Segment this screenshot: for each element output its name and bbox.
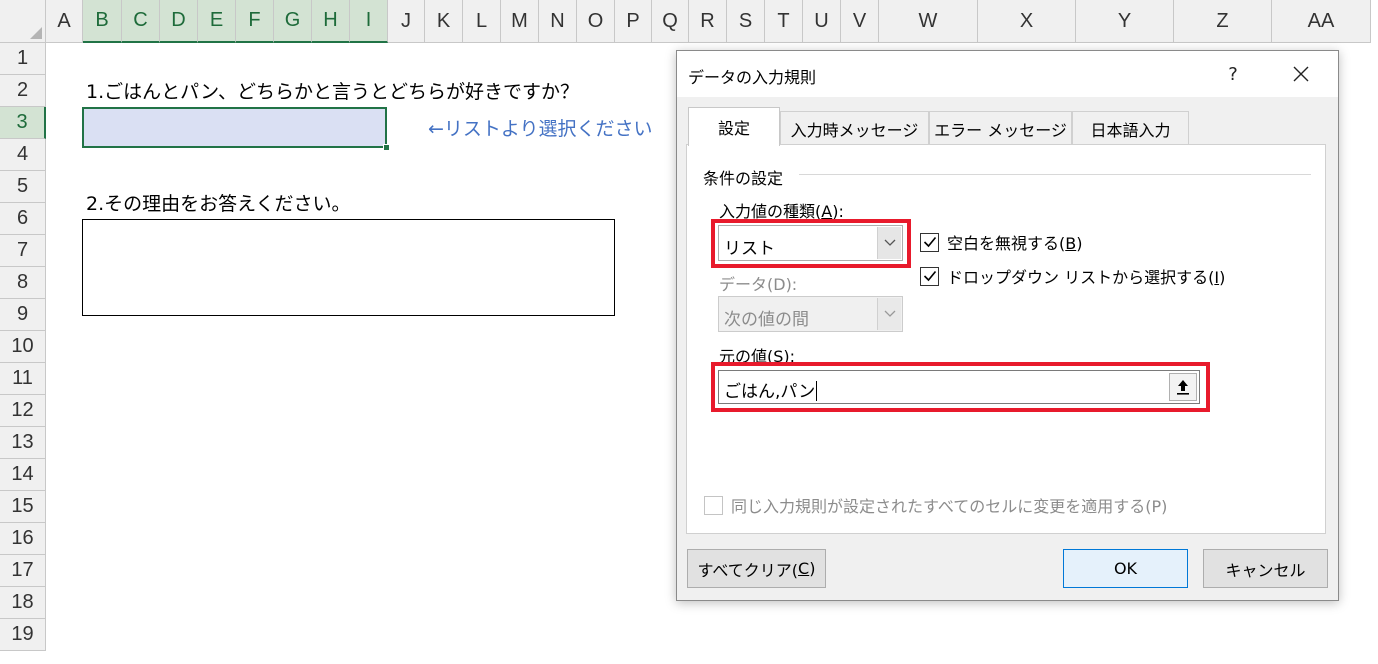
- in-cell-dropdown-label: ドロップダウン リストから選択する(I): [947, 268, 1226, 287]
- close-icon: [1293, 66, 1309, 82]
- column-header-AA[interactable]: AA: [1272, 0, 1371, 43]
- hint-text: ←リストより選択ください: [428, 118, 653, 140]
- row-header-1[interactable]: 1: [0, 43, 46, 75]
- row-header-14[interactable]: 14: [0, 459, 46, 491]
- checkbox-box: [704, 495, 723, 515]
- column-header-I[interactable]: I: [350, 0, 388, 43]
- dialog-title: データの入力規則: [688, 68, 817, 87]
- column-header-U[interactable]: U: [803, 0, 841, 43]
- in-cell-dropdown-checkbox[interactable]: ドロップダウン リストから選択する(I): [920, 264, 1225, 288]
- row-header-10[interactable]: 10: [0, 331, 46, 363]
- settings-panel: 条件の設定 入力値の種類(A): リスト 空白を無視する(B) ドロップダウン …: [686, 144, 1326, 534]
- column-header-N[interactable]: N: [539, 0, 577, 43]
- cancel-button[interactable]: キャンセル: [1203, 549, 1328, 588]
- column-header-D[interactable]: D: [160, 0, 198, 43]
- check-icon: [923, 270, 936, 282]
- column-header-E[interactable]: E: [198, 0, 236, 43]
- fill-handle[interactable]: [383, 144, 390, 151]
- column-header-L[interactable]: L: [463, 0, 501, 43]
- column-header-Y[interactable]: Y: [1076, 0, 1174, 43]
- allow-select-value: リスト: [724, 239, 775, 259]
- data-select: 次の値の間: [718, 296, 903, 332]
- column-header-P[interactable]: P: [615, 0, 652, 43]
- column-header-C[interactable]: C: [122, 0, 160, 43]
- row-header-11[interactable]: 11: [0, 363, 46, 395]
- check-icon: [923, 236, 936, 248]
- row-headers: 1 2 3 4 5 6 7 8 9 10 11 12 13 14 15 16 17 18 19: [0, 43, 46, 664]
- row-header-13[interactable]: 13: [0, 427, 46, 459]
- column-header-R[interactable]: R: [689, 0, 727, 43]
- data-validation-dialog: データの入力規則 ? 設定 入力時メッセージ エラー メッセージ 日本語入力 条…: [676, 50, 1339, 601]
- close-button[interactable]: [1283, 58, 1319, 90]
- collapse-dialog-button[interactable]: [1169, 373, 1197, 401]
- chevron-down-icon[interactable]: [877, 227, 901, 259]
- row-header-2[interactable]: 2: [0, 75, 46, 107]
- column-header-G[interactable]: G: [274, 0, 312, 43]
- row-header-16[interactable]: 16: [0, 523, 46, 555]
- ignore-blank-label: 空白を無視する(B): [947, 234, 1083, 253]
- apply-all-label: 同じ入力規則が設定されたすべてのセルに変更を適用する(P): [731, 497, 1168, 516]
- answer-1-cell[interactable]: [82, 107, 390, 151]
- chevron-down-icon: [877, 298, 901, 330]
- criteria-group-label: 条件の設定: [703, 169, 784, 188]
- row-header-8[interactable]: 8: [0, 267, 46, 299]
- row-header-19[interactable]: 19: [0, 619, 46, 651]
- column-header-K[interactable]: K: [425, 0, 463, 43]
- data-label: データ(D):: [719, 275, 798, 294]
- column-header-A[interactable]: A: [46, 0, 83, 43]
- tab-input-message[interactable]: 入力時メッセージ: [780, 111, 929, 145]
- collapse-arrow-icon: [1177, 380, 1189, 395]
- apply-all-checkbox: 同じ入力規則が設定されたすべてのセルに変更を適用する(P): [704, 493, 1167, 517]
- checkbox-box[interactable]: [920, 232, 939, 252]
- row-header-18[interactable]: 18: [0, 587, 46, 619]
- row-header-7[interactable]: 7: [0, 235, 46, 267]
- checkbox-box[interactable]: [920, 266, 939, 286]
- column-header-B[interactable]: B: [83, 0, 122, 43]
- column-header-Q[interactable]: Q: [652, 0, 689, 43]
- data-select-value: 次の値の間: [724, 310, 809, 330]
- dialog-titlebar[interactable]: データの入力規則 ?: [677, 51, 1338, 97]
- column-header-O[interactable]: O: [577, 0, 615, 43]
- row-header-15[interactable]: 15: [0, 491, 46, 523]
- column-header-W[interactable]: W: [879, 0, 978, 43]
- column-header-F[interactable]: F: [236, 0, 274, 43]
- tab-settings[interactable]: 設定: [688, 107, 780, 146]
- question-2-text: 2.その理由をお答えください。: [86, 193, 351, 215]
- source-input[interactable]: ごはん,パン: [718, 370, 1200, 404]
- source-label: 元の値(S):: [719, 347, 796, 366]
- group-divider: [799, 174, 1311, 175]
- allow-select[interactable]: リスト: [718, 225, 903, 261]
- column-header-V[interactable]: V: [841, 0, 879, 43]
- select-all-corner[interactable]: [0, 0, 46, 43]
- row-header-17[interactable]: 17: [0, 555, 46, 587]
- answer-2-cell[interactable]: [82, 219, 615, 316]
- help-button[interactable]: ?: [1215, 58, 1251, 90]
- row-header-4[interactable]: 4: [0, 139, 46, 171]
- question-1-text: 1.ごはんとパン、どちらかと言うとどちらが好きですか？: [86, 81, 579, 103]
- column-header-S[interactable]: S: [727, 0, 765, 43]
- row-header-6[interactable]: 6: [0, 203, 46, 235]
- column-header-T[interactable]: T: [765, 0, 803, 43]
- source-input-value: ごはん,パン: [724, 381, 818, 402]
- tab-error-alert[interactable]: エラー メッセージ: [929, 111, 1072, 145]
- row-header-3[interactable]: 3: [0, 107, 46, 139]
- tab-ime-mode[interactable]: 日本語入力: [1072, 111, 1189, 145]
- column-header-Z[interactable]: Z: [1174, 0, 1272, 43]
- ignore-blank-checkbox[interactable]: 空白を無視する(B): [920, 230, 1082, 254]
- column-headers: A B C D E F G H I J K L M N O P Q R S T U V W X Y Z AA: [46, 0, 1378, 43]
- row-header-12[interactable]: 12: [0, 395, 46, 427]
- row-header-9[interactable]: 9: [0, 299, 46, 331]
- clear-all-button[interactable]: すべてクリア(C): [687, 549, 826, 588]
- column-header-J[interactable]: J: [388, 0, 425, 43]
- ok-button[interactable]: OK: [1063, 549, 1188, 588]
- column-header-X[interactable]: X: [978, 0, 1076, 43]
- row-header-5[interactable]: 5: [0, 171, 46, 203]
- column-header-M[interactable]: M: [501, 0, 539, 43]
- column-header-H[interactable]: H: [312, 0, 350, 43]
- allow-label: 入力値の種類(A):: [719, 202, 844, 221]
